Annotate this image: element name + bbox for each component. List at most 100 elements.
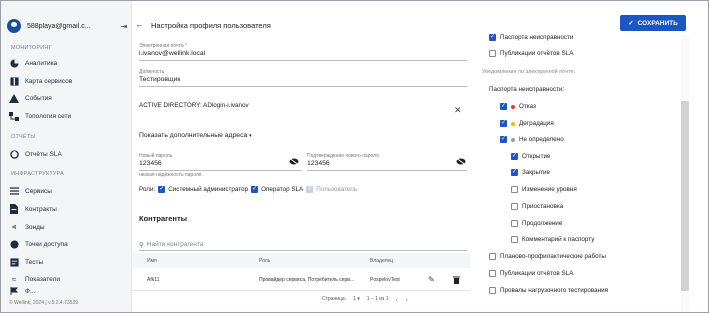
warning-icon — [9, 93, 19, 103]
notif-passport-item[interactable]: ✓ Паспорта неисправности — [489, 34, 573, 41]
page-select[interactable]: 1 ▾ — [353, 296, 360, 302]
sidebar-item-events[interactable]: События — [9, 92, 127, 104]
status-label: Деградация — [519, 120, 554, 127]
checkbox[interactable]: ✓ — [500, 103, 507, 110]
show-extra-addresses[interactable]: Показать дополнительные адреса ▾ — [139, 132, 252, 139]
checkbox[interactable]: ✓ — [511, 169, 518, 176]
report-icon — [9, 149, 19, 159]
metrics-icon: ≈ — [11, 274, 17, 284]
checkbox[interactable] — [511, 220, 518, 227]
notif-load-test-item[interactable]: Провалы нагрузочного тестирования — [489, 287, 608, 294]
checkbox[interactable] — [489, 253, 496, 260]
sidebar-item-sla-reports[interactable]: Отчёты SLA — [9, 148, 127, 160]
notif-label: Провалы нагрузочного тестирования — [500, 287, 609, 294]
checkbox[interactable]: ✓ — [489, 34, 496, 41]
role-sla-operator-checkbox[interactable]: ✓ — [251, 186, 259, 193]
prev-page-icon[interactable]: ‹ — [396, 295, 399, 304]
chevron-down-icon: ▾ — [357, 296, 360, 302]
notif-maintenance-item[interactable]: Планово-профилактические работы — [489, 253, 606, 260]
sub-item-label: Открытие — [522, 153, 551, 160]
user-profile[interactable]: 588playa@gmail.c... ⇥ — [7, 17, 129, 35]
sidebar-item-label: Контракты — [25, 205, 57, 213]
sub-item-label: Комментарий к паспорту — [522, 236, 595, 243]
sub-item-suspend[interactable]: Приостановка — [511, 203, 563, 210]
sidebar-item-access-points[interactable]: Точки доступа — [9, 238, 127, 250]
checkbox[interactable] — [511, 203, 518, 210]
eye-off-icon[interactable] — [456, 158, 466, 165]
column-role[interactable]: Роль — [259, 253, 270, 268]
active-directory: ACTIVE DIRECTORY: ADlogin-i.ivanov — [139, 102, 249, 109]
sidebar-item-services[interactable]: Сервисы — [9, 185, 127, 197]
notif-sla-publish-item[interactable]: Публикации отчётов SLA — [489, 270, 573, 277]
sub-item-level-change[interactable]: Изменение уровня — [511, 186, 577, 193]
roles-label: Роли: — [139, 186, 156, 193]
logout-icon[interactable]: ⇥ — [119, 22, 129, 31]
new-password-label: Новый пароль — [139, 153, 173, 159]
sub-item-resume[interactable]: Продолжение — [511, 220, 562, 227]
roles-row: Роли: ✓ Системный администратор ✓ Операт… — [139, 186, 357, 193]
next-page-icon[interactable]: › — [405, 295, 408, 304]
role-user-checkbox: ✓ — [306, 186, 314, 193]
table-row[interactable]: Afk11 Провайдер сервиса, Потребитель сер… — [132, 269, 470, 291]
page-range: 1 – 1 из 1 — [366, 296, 389, 302]
scrollbar-thumb[interactable] — [681, 101, 689, 291]
checkbox[interactable] — [489, 270, 496, 277]
page-select-value: 1 — [353, 296, 356, 302]
position-underline — [139, 86, 467, 87]
user-email: 588playa@gmail.c... — [27, 22, 91, 30]
password-strength: низкая надёжность пароля. — [139, 172, 203, 178]
sidebar-item-tests[interactable]: Тесты — [9, 256, 127, 268]
email-field[interactable]: i.ivanov@wellink.local — [139, 50, 205, 57]
save-button-label: СОХРАНИТЬ — [637, 19, 678, 27]
checkbox[interactable] — [511, 236, 518, 243]
row-name: Afk11 — [147, 276, 160, 283]
eye-off-icon[interactable] — [289, 158, 299, 165]
sub-item-comment[interactable]: Комментарий к паспорту — [511, 236, 594, 243]
position-field[interactable]: Тестировщик — [139, 76, 180, 83]
back-arrow-icon[interactable]: ← — [135, 19, 144, 29]
role-admin-checkbox[interactable]: ✓ — [158, 186, 166, 193]
sub-item-open[interactable]: ✓ Открытие — [511, 153, 550, 160]
position-label: Должность — [139, 69, 165, 75]
checkbox[interactable]: ✓ — [511, 153, 518, 160]
sidebar-item-label: Аналитика — [25, 59, 58, 67]
delete-icon[interactable] — [453, 269, 460, 290]
sub-item-close[interactable]: ✓ Закрытие — [511, 169, 550, 176]
sidebar-item-probes[interactable]: ⫷ Зонды — [9, 221, 127, 233]
status-label: Отказ — [519, 103, 536, 110]
counterparty-search-input[interactable]: ⚲ Найти контрагента — [139, 239, 467, 251]
section-infrastructure: ИНФРАСТРУКТУРА — [11, 171, 64, 177]
footer-version: © Wellink, 2024 | v.5.2.4.73539 — [9, 300, 79, 306]
row-owner: PospelovTest — [370, 276, 400, 283]
status-dot — [511, 104, 515, 109]
column-owner[interactable]: Владелец — [370, 253, 393, 268]
sidebar-item-analytics[interactable]: Аналитика — [9, 57, 127, 69]
checkbox[interactable] — [511, 186, 518, 193]
checkbox[interactable] — [489, 50, 496, 57]
column-name[interactable]: Имя — [147, 253, 157, 268]
edit-icon[interactable]: ✎ — [428, 269, 435, 290]
notif-sla-item[interactable]: Публикации отчётов SLA — [489, 50, 573, 57]
status-degradation[interactable]: ✓ Деградация — [500, 120, 554, 127]
new-password-field[interactable]: 123456 — [139, 160, 162, 167]
notif-label: Паспорта неисправности — [500, 34, 574, 41]
sidebar-item-partial[interactable]: Ф... — [9, 287, 127, 295]
close-icon[interactable]: ✕ — [454, 105, 462, 116]
topology-icon — [9, 111, 19, 121]
sidebar-item-topology[interactable]: Топология сети — [9, 110, 127, 122]
sub-item-label: Приостановка — [522, 203, 564, 210]
confirm-password-field[interactable]: 123456 — [307, 160, 330, 167]
sidebar-item-metrics[interactable]: ≈ Показатели — [9, 273, 127, 285]
checkbox[interactable] — [489, 287, 496, 294]
confirm-password-underline — [307, 170, 467, 171]
email-notifications-heading: Уведомления по электронной почте: — [482, 69, 576, 75]
status-failure[interactable]: ✓ Отказ — [500, 103, 536, 110]
sidebar-item-label: События — [25, 94, 52, 102]
chevron-down-icon: ▾ — [249, 133, 252, 139]
sidebar-item-service-map[interactable]: Карта сервисов — [9, 75, 127, 87]
sidebar-item-contracts[interactable]: Контракты — [9, 203, 127, 215]
status-undefined[interactable]: ✓ Не определено — [500, 136, 564, 143]
document-icon — [9, 204, 19, 214]
checkbox[interactable]: ✓ — [500, 120, 507, 127]
checkbox[interactable]: ✓ — [500, 136, 507, 143]
